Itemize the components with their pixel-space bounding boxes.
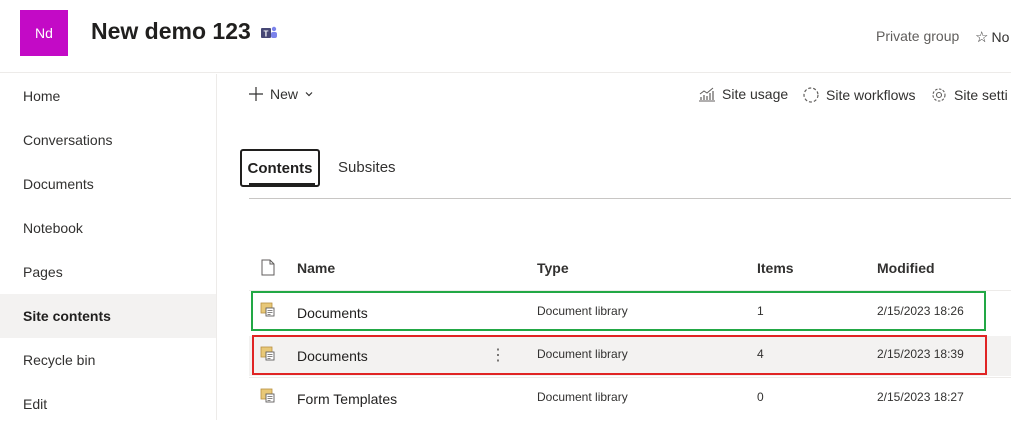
nav-item-label: Documents [23,176,94,192]
star-icon: ☆ [975,29,989,46]
row-modified: 2/15/2023 18:27 [877,390,964,404]
nav-item-label: Notebook [23,220,83,236]
plus-icon [249,87,263,101]
tab-contents[interactable]: Contents [240,149,320,187]
site-settings-button[interactable]: Site setti [930,86,1008,104]
chevron-down-icon [305,92,313,97]
workflow-icon [803,87,819,103]
file-type-icon[interactable] [261,259,275,276]
highlight-box-red [252,335,987,375]
nav-item-recycle-bin[interactable]: Recycle bin [0,338,216,382]
tab-subsites[interactable]: Subsites [338,159,396,176]
group-privacy-label: Private group [876,28,960,44]
document-library-icon [260,388,275,403]
svg-text:T: T [264,30,269,39]
follow-button[interactable]: ☆ No [975,28,1009,46]
nav-item-label: Home [23,88,61,104]
site-settings-label: Site setti [954,87,1008,103]
gear-icon [932,88,946,102]
highlight-box-green [251,291,986,331]
row-type: Document library [537,390,628,404]
column-header-name[interactable]: Name [297,260,335,276]
column-header-items[interactable]: Items [757,260,794,276]
column-header-modified[interactable]: Modified [877,260,935,276]
site-usage-button[interactable]: Site usage [698,86,788,102]
new-label: New [270,86,299,102]
nav-item-label: Edit [23,396,48,412]
nav-item-notebook[interactable]: Notebook [0,206,216,250]
site-logo[interactable]: Nd [20,10,68,56]
site-workflows-button[interactable]: Site workflows [802,86,915,104]
nav-item-label: Pages [23,264,63,280]
new-button[interactable]: New [248,86,314,102]
tabs-divider [249,198,1011,199]
nav-item-label: Conversations [23,132,113,148]
left-navigation: Home Conversations Documents Notebook Pa… [0,74,217,420]
nav-item-label: Recycle bin [23,352,96,368]
tab-selected-indicator [249,183,315,185]
nav-item-conversations[interactable]: Conversations [0,118,216,162]
header-divider [0,72,1011,73]
column-header-type[interactable]: Type [537,260,569,276]
site-usage-label: Site usage [722,86,789,102]
teams-icon[interactable]: T [260,24,278,42]
site-workflows-label: Site workflows [826,87,916,103]
site-title[interactable]: New demo 123 [91,18,251,45]
chart-icon [699,87,715,102]
nav-item-documents[interactable]: Documents [0,162,216,206]
nav-item-site-contents[interactable]: Site contents [0,294,216,338]
nav-item-edit[interactable]: Edit [0,382,216,426]
row-items: 0 [757,390,764,404]
row-name[interactable]: Form Templates [297,391,397,407]
follow-label: No [991,29,1010,45]
nav-item-home[interactable]: Home [0,74,216,118]
table-row[interactable]: Form Templates Document library 0 2/15/2… [249,378,1011,420]
nav-item-pages[interactable]: Pages [0,250,216,294]
nav-item-label: Site contents [23,308,111,324]
